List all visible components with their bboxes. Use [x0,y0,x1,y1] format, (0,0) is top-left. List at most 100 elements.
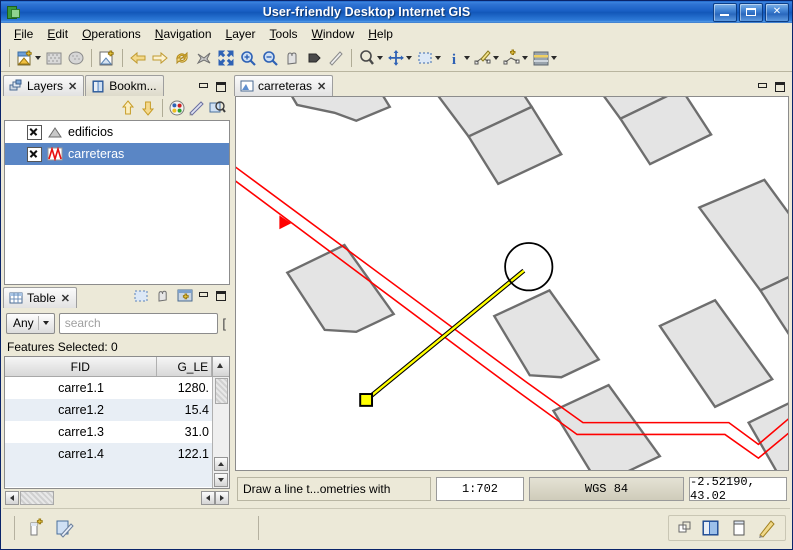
toolbar-zoom-all[interactable] [194,48,214,68]
scroll-down-button[interactable] [214,473,228,487]
hscroll-left-button-2[interactable] [201,491,215,505]
hscroll-left-button[interactable] [5,491,19,505]
chevron-down-icon[interactable] [464,48,471,68]
layers-tree[interactable]: edificios carreteras [4,120,230,285]
hscroll-thumb[interactable] [20,491,54,505]
menu-tools[interactable]: Tools [263,25,305,43]
map-canvas[interactable] [235,96,789,471]
tab-bookmarks[interactable]: Bookm... [85,75,164,96]
table-minimize-button[interactable] [198,291,211,302]
table-maximize-button[interactable] [215,290,228,302]
projection-field[interactable]: WGS 84 [529,477,684,501]
menu-edit[interactable]: Edit [40,25,75,43]
scrollbar-thumb[interactable] [214,378,228,404]
chevron-down-icon[interactable] [377,48,384,68]
table-row[interactable]: carre1.3 31.0 [5,421,212,443]
toolbar-insert-vertex[interactable] [502,48,529,68]
close-icon[interactable]: ✕ [61,292,70,305]
toolbar-zoom-out[interactable] [260,48,280,68]
layer-item-edificios[interactable]: edificios [5,121,229,143]
layers-maximize-button[interactable] [215,82,228,93]
toolbar-zoom-to-selection[interactable] [304,48,324,68]
menu-operations[interactable]: Operations [75,25,148,43]
toolbar-select-rect[interactable] [415,48,442,68]
toolbar-forward[interactable] [150,48,170,68]
select-all-icon[interactable] [132,287,150,305]
close-icon[interactable]: ✕ [317,80,326,93]
symbology-palette-icon[interactable] [167,98,187,118]
table-vertical-scrollbar[interactable] [212,377,229,488]
column-header-g-le[interactable]: G_LE [157,357,213,376]
edit-session-icon[interactable] [54,518,74,538]
chevron-down-icon[interactable] [551,48,558,68]
layer-visibility-checkbox[interactable] [27,124,42,140]
toolbar-refresh[interactable] [172,48,192,68]
window-layout-icon[interactable] [677,520,693,536]
toolbar-separator [91,48,92,67]
layers-minimize-button[interactable] [198,82,211,93]
table-hscroll-right-group[interactable] [201,491,229,505]
map-maximize-button[interactable] [774,82,787,93]
layer-visibility-checkbox[interactable] [27,146,42,162]
menu-help[interactable]: Help [361,25,400,43]
toolbar-edit-geometry[interactable] [473,48,500,68]
move-up-icon[interactable] [118,98,138,118]
panel-view-icon[interactable] [729,518,749,538]
scroll-up-button[interactable] [214,457,228,471]
toolbar-pan[interactable] [282,48,302,68]
table-scroll-up-button[interactable] [212,357,230,376]
tab-table[interactable]: Table ✕ [3,287,77,308]
table-hscroll-left-group[interactable] [5,491,67,505]
layer-item-carreteras[interactable]: carreteras [5,143,229,165]
toolbar-new-view[interactable] [97,48,117,68]
chevron-down-icon[interactable] [35,48,42,68]
map-panel-buttons [757,82,790,96]
info-tool-icon: i [444,48,464,68]
perspective-switch-icon[interactable] [701,518,721,538]
close-button[interactable]: ✕ [765,2,789,22]
toolbar-zoom-in[interactable] [238,48,258,68]
toolbar-pan-tool[interactable] [386,48,413,68]
column-header-fid[interactable]: FID [5,357,157,376]
chevron-down-icon[interactable] [435,48,442,68]
maximize-button[interactable] [739,2,763,22]
new-feature-icon[interactable] [26,518,46,538]
add-record-icon[interactable] [176,287,194,305]
toolbar-add-layer[interactable] [44,48,64,68]
hscroll-right-button[interactable] [215,491,229,505]
map-minimize-button[interactable] [757,82,770,93]
layer-style-icon[interactable] [187,98,207,118]
scale-field[interactable]: 1:702 [436,477,524,501]
toolbar-back[interactable] [128,48,148,68]
toolbar-remove-layer[interactable] [66,48,86,68]
menu-navigation[interactable]: Navigation [148,25,219,43]
table-row[interactable]: carre1.1 1280. [5,377,212,399]
zoom-to-layer-icon[interactable] [207,98,227,118]
chevron-down-icon[interactable] [406,48,413,68]
search-input[interactable]: search [58,312,219,334]
filter-field-combo[interactable]: Any [6,312,55,334]
toolbar-zoom-tool[interactable] [357,48,384,68]
minimize-button[interactable] [713,2,737,22]
tab-map-carreteras[interactable]: carreteras ✕ [234,75,334,96]
select-rect-icon [415,48,435,68]
tab-layers[interactable]: Layers ✕ [3,75,85,96]
table-row[interactable]: carre1.4 122.1 [5,443,212,465]
toolbar-new-project[interactable] [15,48,42,68]
close-icon[interactable]: ✕ [68,80,77,93]
back-arrow-icon [128,48,148,68]
table-row[interactable]: carre1.2 15.4 [5,399,212,421]
toolbar-measure[interactable] [326,48,346,68]
menu-layer[interactable]: Layer [219,25,263,43]
toolbar-layer-properties[interactable] [531,48,558,68]
chevron-down-icon[interactable] [522,48,529,68]
clear-selection-icon[interactable] [154,287,172,305]
menu-file[interactable]: File [7,25,40,43]
menu-file-rest: ile [21,26,34,41]
drawing-tools-icon[interactable] [757,518,777,538]
toolbar-full-extent[interactable] [216,48,236,68]
toolbar-info-tool[interactable]: i [444,48,471,68]
menu-window[interactable]: Window [305,25,362,43]
move-down-icon[interactable] [138,98,158,118]
chevron-down-icon[interactable] [493,48,500,68]
